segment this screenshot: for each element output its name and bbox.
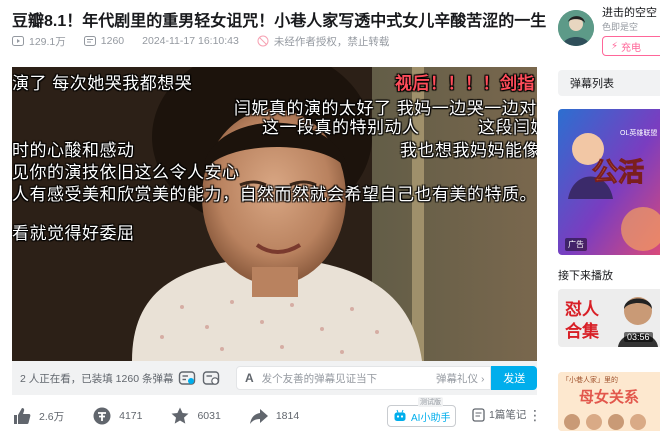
ad-label: 广告 — [565, 238, 587, 251]
favorite-count: 6031 — [197, 410, 221, 422]
share-icon — [249, 409, 268, 424]
uploader-description: 色即是空 — [602, 22, 639, 32]
danmaku-comment: 演了 每次她哭我都想哭 — [12, 74, 193, 93]
more-options-icon[interactable]: ⋮ — [528, 407, 542, 424]
danmaku-comment: 我也想我妈妈能像 — [400, 141, 537, 160]
danmaku-comment: 人有感受美和欣赏美的能力，自然而然就会希望自己也有美的特质。 — [12, 185, 537, 204]
text-style-icon[interactable]: A — [245, 371, 254, 385]
uploader-name[interactable]: 进击的空空 — [602, 4, 657, 20]
danmaku-bar: 2 人正在看，已装填 1260 条弹幕 A 发个友善的弹幕见证当下 弹幕礼仪 ›… — [12, 361, 537, 395]
danmaku-comment: 看就觉得好委屈 — [12, 224, 135, 243]
watching-info: 2 人正在看，已装填 1260 条弹幕 — [20, 372, 174, 385]
danmaku-input-placeholder: 发个友善的弹幕见证当下 — [261, 372, 378, 385]
danmaku-comment: 这一段真的特别动人 — [262, 118, 420, 137]
notes-button[interactable]: 1篇笔记 — [472, 407, 526, 422]
up-next-thumbnail[interactable]: 「小巷人家」里的 母女关系 — [558, 372, 660, 431]
ai-robot-icon — [394, 409, 406, 421]
beta-tag: 测试版 — [418, 397, 443, 407]
uploader-avatar[interactable] — [558, 10, 594, 46]
ai-assistant-label: AI小助手 — [411, 412, 451, 424]
like-button[interactable]: 2.6万 — [12, 406, 64, 426]
favorite-button[interactable]: 6031 — [170, 406, 221, 426]
ad-banner[interactable]: 公活 OL英雄联盟 — [558, 109, 660, 255]
thumbnail-caption: 「小巷人家」里的 — [562, 375, 618, 384]
video-duration: 03:56 — [624, 332, 653, 342]
note-icon — [472, 407, 485, 422]
no-reprint-icon — [257, 35, 269, 47]
coin-icon — [93, 407, 111, 425]
share-count: 1814 — [275, 410, 300, 422]
like-count: 2.6万 — [39, 410, 65, 423]
danmaku-etiquette-link[interactable]: 弹幕礼仪 › — [436, 371, 484, 386]
action-bar: 2.6万 4171 6031 1814 AI小助手 测试版 1篇笔记 ⋮ — [12, 397, 542, 429]
coin-button[interactable]: 4171 — [92, 406, 142, 426]
ai-assistant-button[interactable]: AI小助手 — [387, 405, 457, 427]
charge-button[interactable]: ⚡ 充电 — [602, 36, 660, 56]
danmaku-count: 1260 — [100, 35, 125, 47]
video-player[interactable]: 演了 每次她哭我都想哭 视后！！！！剑指 闫妮真的演的太好了 我妈一边哭一边对 … — [12, 67, 537, 361]
lightning-icon: ⚡ — [611, 40, 619, 52]
danmaku-list-label: 弹幕列表 — [570, 78, 614, 90]
share-button[interactable]: 1814 — [249, 406, 299, 426]
coin-count: 4171 — [119, 410, 143, 422]
video-title: 豆瓣8.1！年代剧里的重男轻女诅咒！小巷人家写透中式女儿辛酸苦涩的一生 — [12, 13, 547, 30]
danmaku-comment: 视后！！！！剑指 — [395, 74, 535, 93]
danmaku-list-toggle[interactable]: 弹幕列表 — [558, 70, 660, 96]
view-count: 129.1万 — [29, 35, 66, 48]
copyright-notice: 未经作者授权，禁止转载 — [273, 35, 390, 48]
send-danmaku-button[interactable]: 发送 — [491, 366, 537, 390]
thumbnail-text: 母女关系 — [579, 388, 639, 406]
thumbnail-text-line2: 合集 — [565, 321, 600, 341]
star-icon — [171, 407, 189, 424]
danmaku-settings-icon[interactable] — [202, 369, 220, 387]
thumbnail-text-line1: 怼人 — [565, 300, 600, 319]
ad-small-text: OL英雄联盟 — [620, 128, 657, 137]
notes-label: 1篇笔记 — [489, 409, 527, 421]
publish-date: 2024-11-17 16:10:43 — [142, 35, 239, 47]
danmaku-input[interactable]: A 发个友善的弹幕见证当下 弹幕礼仪 › — [236, 366, 492, 390]
charge-label: 充电 — [621, 42, 642, 54]
danmaku-toggle-icon[interactable] — [178, 369, 196, 387]
ad-banner-text: 公活 — [592, 157, 644, 187]
video-meta: 129.1万 1260 2024-11-17 16:10:43 未经作者授权，禁… — [12, 34, 389, 48]
danmaku-comment: 这段闫妮 — [478, 118, 537, 137]
thumbs-up-icon — [14, 408, 31, 424]
up-next-heading: 接下来播放 — [558, 270, 613, 282]
play-count-icon — [12, 35, 24, 47]
danmaku-count-icon — [83, 35, 96, 47]
